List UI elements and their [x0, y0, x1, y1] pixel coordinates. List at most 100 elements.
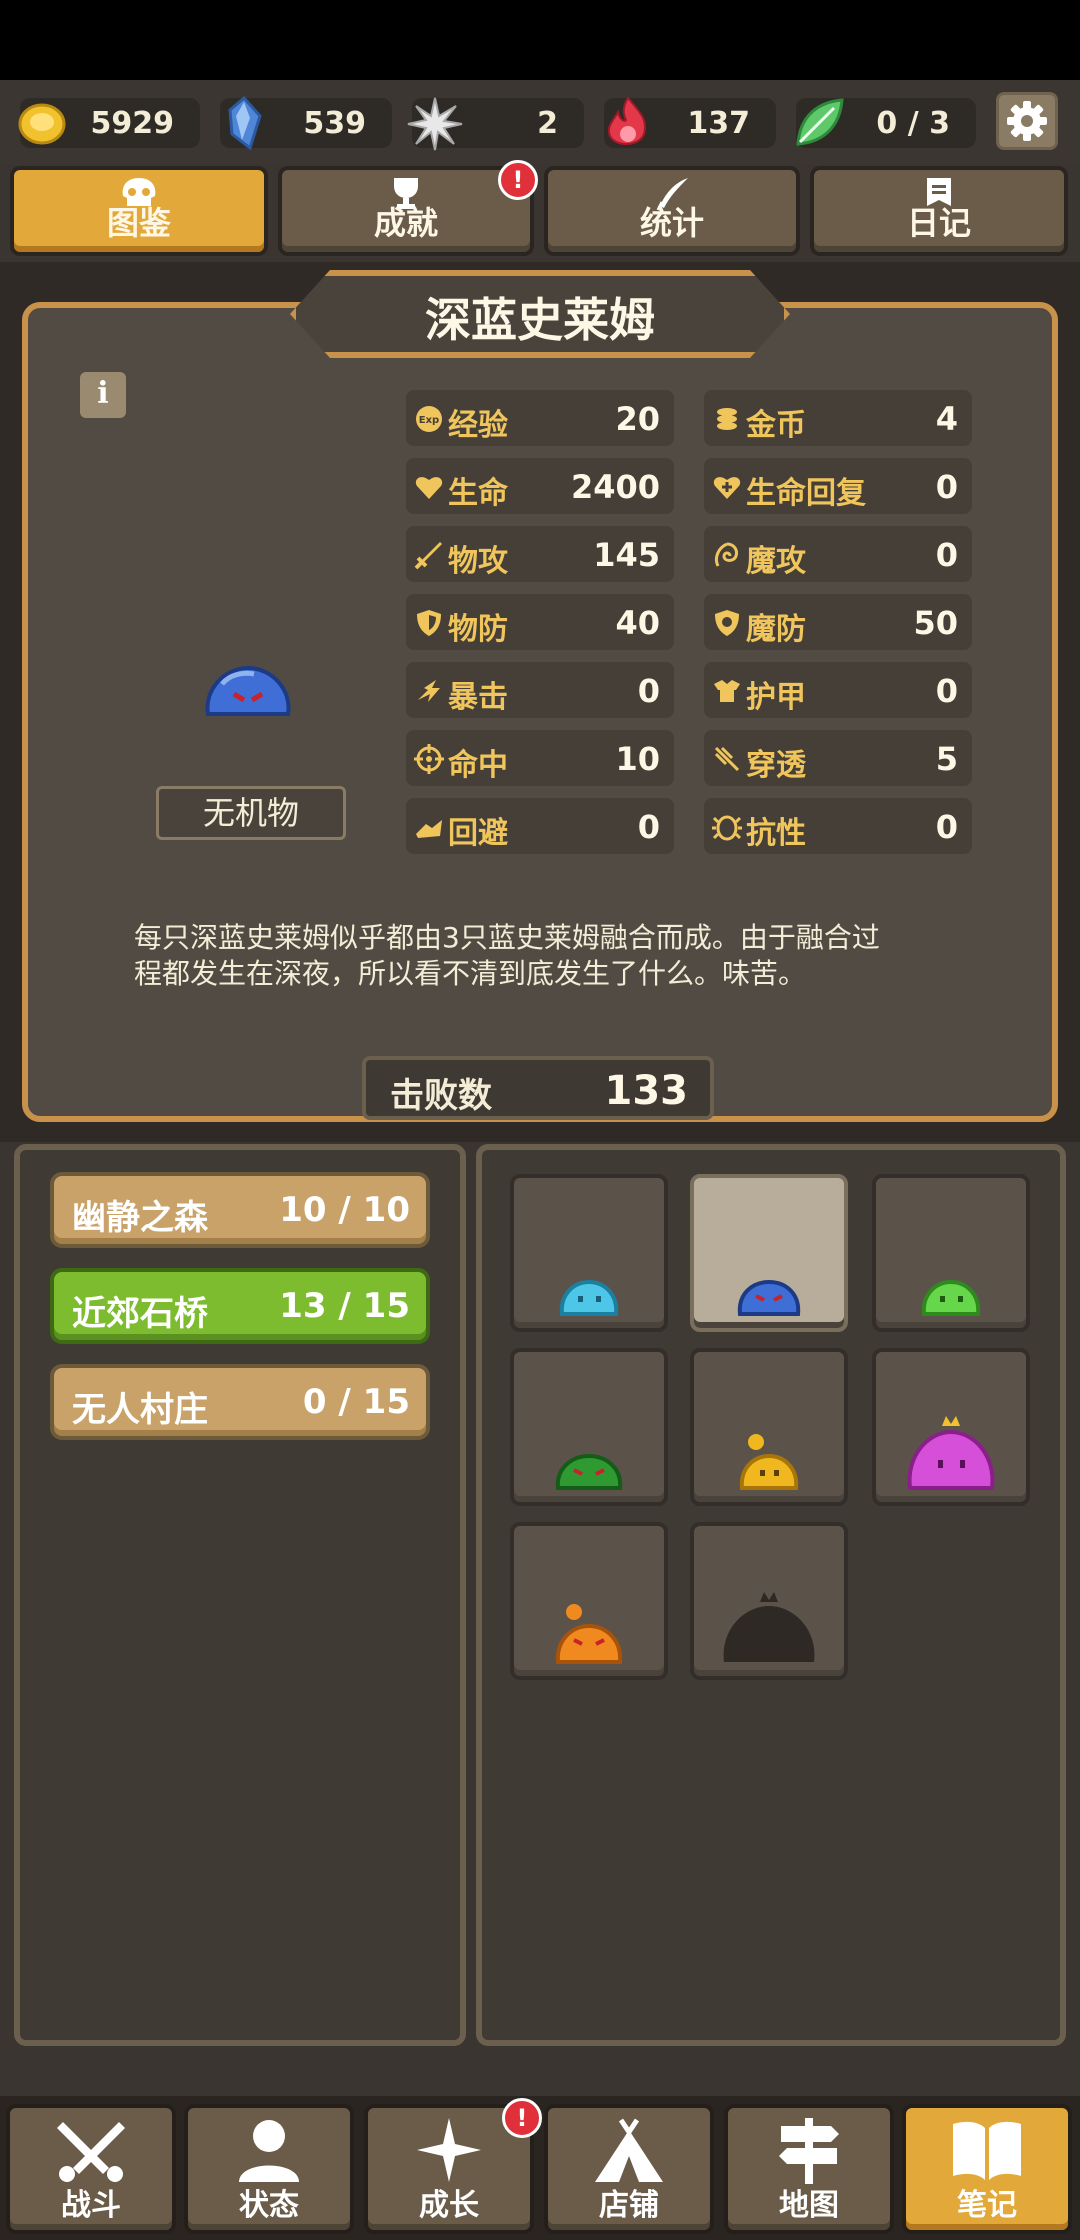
bestiary-cell[interactable]	[510, 1522, 668, 1680]
stat-hp: 生命 2400	[406, 458, 674, 514]
stat-penetration: 穿透 5	[704, 730, 972, 786]
nav-notes[interactable]: 笔记	[902, 2104, 1072, 2234]
area-progress: 0 / 15	[302, 1382, 410, 1422]
stat-penetration-value: 5	[935, 740, 958, 778]
currency-bar: 5929 539 2 137 0 / 3	[0, 80, 1080, 164]
defeat-count-label: 击败数	[390, 1076, 492, 1116]
tab-statistics[interactable]: 统计	[544, 166, 800, 256]
stat-dodge-label: 回避	[448, 816, 508, 851]
green-slime-icon	[921, 1279, 981, 1316]
nav-status[interactable]: 状态	[184, 2104, 354, 2234]
stat-exp-value: 20	[615, 400, 660, 438]
defeat-count-value: 133	[604, 1068, 689, 1114]
svg-text:Exp: Exp	[419, 415, 439, 426]
resist-icon	[712, 815, 742, 841]
stat-magic-defense-label: 魔防	[746, 612, 806, 647]
stat-penetration-label: 穿透	[746, 748, 806, 783]
area-progress: 13 / 15	[279, 1286, 410, 1326]
status-bar	[0, 0, 1080, 80]
nav-shop[interactable]: 店铺	[544, 2104, 714, 2234]
stat-magic-attack-label: 魔攻	[746, 544, 806, 579]
growth-alert-badge: !	[502, 2098, 542, 2138]
green-leaf-icon	[796, 98, 844, 146]
currency-flame: 137	[604, 96, 776, 148]
stat-physical-defense-label: 物防	[448, 612, 508, 647]
bestiary-cell[interactable]	[872, 1174, 1030, 1332]
info-button[interactable]: i	[80, 372, 126, 418]
stat-magic-defense: 魔防 50	[704, 594, 972, 650]
area-name: 幽静之森	[72, 1198, 208, 1238]
nav-battle[interactable]: 战斗	[6, 2104, 176, 2234]
stat-physical-defense: 物防 40	[406, 594, 674, 650]
bestiary-cell[interactable]	[510, 1348, 668, 1506]
tab-bestiary[interactable]: 图鉴	[10, 166, 268, 256]
person-icon	[239, 2120, 299, 2182]
yellow-slime-icon	[739, 1434, 799, 1490]
armor-icon	[714, 680, 740, 702]
open-book-icon	[953, 2121, 1021, 2180]
crosshair-icon	[414, 744, 444, 774]
heart-plus-icon	[713, 477, 741, 499]
stat-accuracy-value: 10	[615, 740, 660, 778]
nav-status-label: 状态	[239, 2188, 299, 2223]
stat-hp-value: 2400	[570, 468, 660, 506]
blue-crystal-icon	[228, 95, 262, 151]
currency-flame-value: 137	[687, 106, 750, 141]
currency-crystal: 539	[220, 95, 392, 151]
stat-critical-label: 暴击	[448, 680, 508, 715]
dark-blue-slime-icon	[205, 665, 291, 716]
gear-icon	[1007, 101, 1047, 141]
achievements-alert-badge: !	[498, 160, 538, 200]
defeat-count-plate: 击败数 133	[362, 1056, 714, 1120]
stat-physical-attack: 物攻 145	[406, 526, 674, 582]
tab-diary-label: 日记	[906, 204, 971, 242]
stat-magic-defense-value: 50	[913, 604, 958, 642]
stat-physical-attack-value: 145	[593, 536, 660, 574]
stat-dodge: 回避 0	[406, 798, 674, 854]
stat-hp-regen-value: 0	[935, 468, 958, 506]
tab-diary[interactable]: 日记	[810, 166, 1068, 256]
stat-armor-label: 护甲	[746, 680, 806, 715]
unknown-king-slime-silhouette-icon	[723, 1592, 815, 1662]
bestiary-cell[interactable]	[510, 1174, 668, 1332]
settings-button[interactable]	[996, 92, 1058, 150]
monster-type-tag: 无机物	[156, 786, 346, 840]
magic-shield-icon	[715, 610, 739, 636]
exp-icon: Exp	[416, 406, 442, 432]
red-flame-icon	[608, 96, 646, 145]
stat-resistance: 抗性 0	[704, 798, 972, 854]
nav-map[interactable]: 地图	[724, 2104, 894, 2234]
nav-notes-label: 笔记	[957, 2188, 1017, 2223]
bestiary-cell-locked[interactable]	[690, 1522, 848, 1680]
tab-achievements-label: 成就	[373, 204, 438, 242]
monster-description: 每只深蓝史莱姆似乎都由3只蓝史莱姆融合而成。由于融合过 程都发生在深夜，所以看不…	[134, 920, 954, 992]
bestiary-cell-selected[interactable]	[690, 1174, 848, 1332]
area-item-empty-village[interactable]: 无人村庄 0 / 15	[50, 1364, 430, 1440]
light-blue-slime-icon	[559, 1279, 619, 1316]
sword-icon	[414, 542, 442, 570]
currency-star-value: 2	[537, 106, 558, 141]
tab-achievements[interactable]: 成就	[278, 166, 534, 256]
gold-coin-icon	[18, 103, 66, 145]
stat-physical-attack-label: 物攻	[448, 544, 508, 579]
stat-gold: 金币 4	[704, 390, 972, 446]
stat-hp-label: 生命	[448, 476, 508, 511]
area-item-quiet-forest[interactable]: 幽静之森 10 / 10	[50, 1172, 430, 1248]
area-progress: 10 / 10	[279, 1190, 410, 1230]
nav-shop-label: 店铺	[599, 2188, 659, 2223]
currency-gold: 5929	[18, 98, 200, 148]
orange-slime-icon	[555, 1604, 623, 1664]
stat-resistance-value: 0	[935, 808, 958, 846]
bestiary-cell[interactable]	[872, 1348, 1030, 1506]
purple-king-slime-icon	[907, 1416, 995, 1490]
area-item-stone-bridge[interactable]: 近郊石桥 13 / 15	[50, 1268, 430, 1344]
heart-icon	[415, 477, 443, 499]
pierce-icon	[714, 746, 740, 772]
stat-accuracy: 命中 10	[406, 730, 674, 786]
stat-armor-value: 0	[935, 672, 958, 710]
stat-exp: Exp 经验 20	[406, 390, 674, 446]
bestiary-cell[interactable]	[690, 1348, 848, 1506]
dark-green-slime-icon	[555, 1453, 623, 1490]
area-name: 近郊石桥	[72, 1294, 208, 1334]
star-shard-icon	[407, 97, 463, 151]
